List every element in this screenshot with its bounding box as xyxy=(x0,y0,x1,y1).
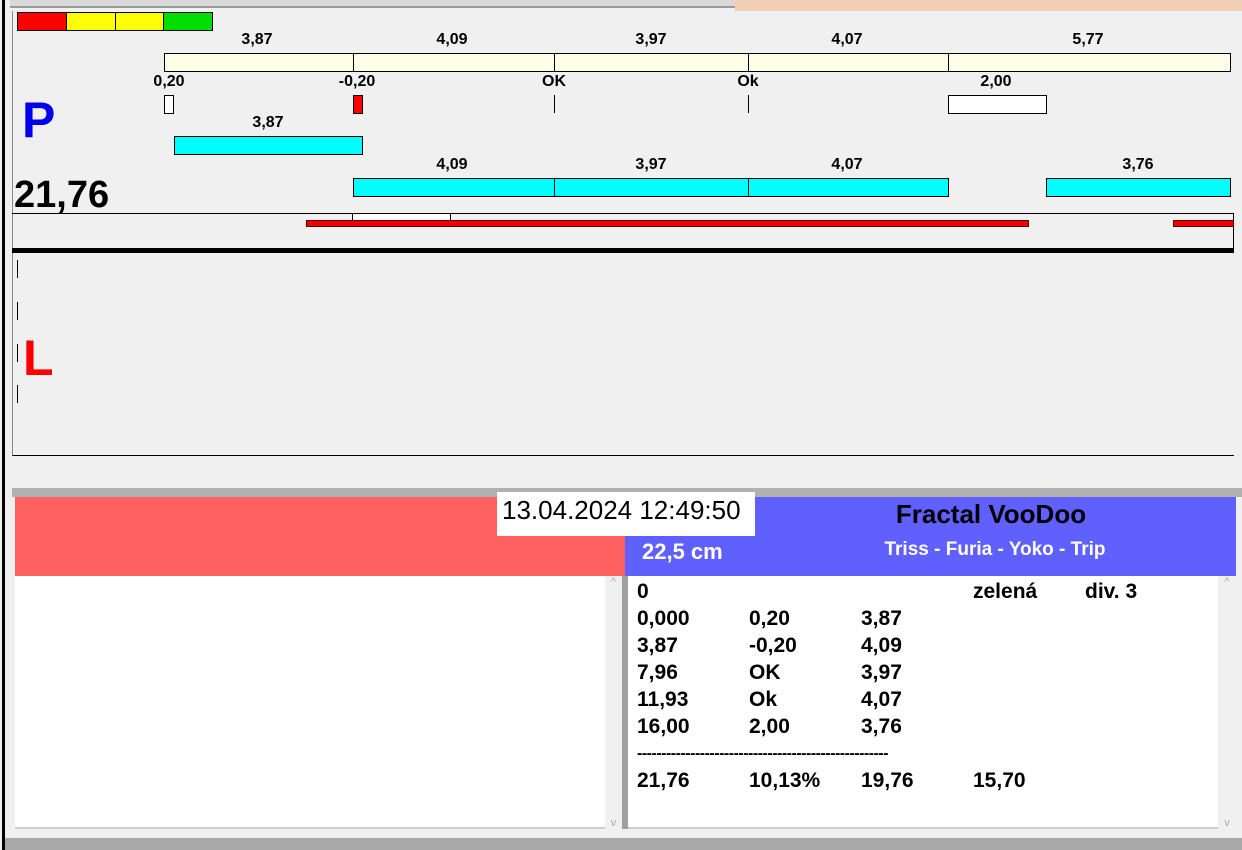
tick-label: 2,00 xyxy=(980,73,1012,90)
list-item[interactable]: 0,000 0,20 3,87 xyxy=(637,605,1218,632)
side-label-l: L xyxy=(23,330,54,386)
cell: 16,00 xyxy=(637,715,690,738)
scroll-down-icon[interactable]: v xyxy=(1218,817,1236,829)
tick-label: Ok xyxy=(737,73,759,90)
segment-label: 3,97 xyxy=(635,31,667,48)
cyan-label: 4,09 xyxy=(436,156,468,173)
cell: 3,87 xyxy=(637,634,678,657)
cyan-bar[interactable] xyxy=(174,136,363,155)
status-bar xyxy=(5,838,1242,850)
cell: 0,000 xyxy=(637,607,690,630)
cell: 21,76 xyxy=(637,769,690,792)
cyan-label: 3,76 xyxy=(1122,156,1154,173)
track-red-bar xyxy=(306,220,1029,227)
scroll-up-icon[interactable]: ^ xyxy=(605,576,622,588)
side-label-p: P xyxy=(22,92,56,148)
cell xyxy=(749,578,861,605)
cyan-label: 4,07 xyxy=(831,156,863,173)
list-item[interactable]: 16,00 2,00 3,76 xyxy=(637,713,1218,740)
tick-label: OK xyxy=(542,73,566,90)
track-red-bar xyxy=(1173,220,1234,227)
track-frame xyxy=(12,213,1234,249)
product-title: Fractal VooDoo xyxy=(895,499,1087,529)
segment-label: 4,07 xyxy=(831,31,863,48)
status-green xyxy=(164,13,212,30)
l-marker xyxy=(17,260,18,278)
segment-label: 3,87 xyxy=(241,31,273,48)
list-item[interactable]: 11,93 Ok 4,07 xyxy=(637,686,1218,713)
status-yellow xyxy=(115,13,165,30)
l-marker xyxy=(17,385,18,403)
tick-box-white xyxy=(948,95,1047,114)
cyan-label: 3,87 xyxy=(252,114,284,131)
segment-bar[interactable] xyxy=(948,53,1231,72)
l-marker xyxy=(17,302,18,320)
tick-mark xyxy=(748,95,749,113)
cyan-bar[interactable] xyxy=(748,178,949,197)
cell: zelená xyxy=(973,580,1038,603)
total-value: 21,76 xyxy=(14,174,110,216)
summary-row: 21,76 10,13% 19,76 15,70 xyxy=(637,767,1218,794)
tick-box-red xyxy=(353,95,363,114)
cell: -0,20 xyxy=(749,634,797,657)
cell: 7,96 xyxy=(637,661,678,684)
cell: OK xyxy=(749,661,781,684)
tick-mark xyxy=(554,95,555,113)
left-list-scrollbar[interactable]: ^ v xyxy=(605,576,622,829)
cell: Ok xyxy=(749,688,778,711)
cell: 0,20 xyxy=(749,607,790,630)
separator-line: ----------------------------------------… xyxy=(637,740,997,767)
cell: 10,13% xyxy=(749,769,821,792)
status-red xyxy=(18,13,67,30)
cyan-bar[interactable] xyxy=(1046,178,1231,197)
cyan-bar[interactable] xyxy=(554,178,749,197)
cyan-label: 3,97 xyxy=(635,156,667,173)
left-border xyxy=(2,0,5,850)
tick-box-white xyxy=(164,95,174,114)
segment-bar[interactable] xyxy=(164,53,354,72)
cell: div. 3 xyxy=(1085,580,1138,603)
status-color-strip xyxy=(17,12,213,31)
cell: 3,76 xyxy=(861,715,902,738)
segment-bar[interactable] xyxy=(748,53,949,72)
results-list-scrollbar[interactable]: ^ v xyxy=(1218,576,1236,829)
names-line: Triss - Furia - Yoko - Trip xyxy=(884,539,1106,560)
segment-label: 4,09 xyxy=(436,31,468,48)
results-header-row: 0 zelená div. 3 xyxy=(637,578,1218,605)
segment-label: 5,77 xyxy=(1072,31,1104,48)
scroll-down-icon[interactable]: v xyxy=(605,817,622,829)
cell: 3,87 xyxy=(861,607,902,630)
cell: 4,09 xyxy=(861,634,902,657)
segment-bar[interactable] xyxy=(353,53,555,72)
tick-label: 0,20 xyxy=(153,73,185,90)
list-item[interactable]: 3,87 -0,20 4,09 xyxy=(637,632,1218,659)
scroll-up-icon[interactable]: ^ xyxy=(1218,576,1236,588)
segment-bar[interactable] xyxy=(554,53,749,72)
chart-panel-l xyxy=(12,253,1234,456)
cell: 0 xyxy=(637,580,649,603)
list-item[interactable]: 7,96 OK 3,97 xyxy=(637,659,1218,686)
cell: 15,70 xyxy=(973,769,1026,792)
cell: 11,93 xyxy=(637,688,689,711)
left-list[interactable] xyxy=(15,576,605,829)
cell: 19,76 xyxy=(861,769,914,792)
results-list[interactable]: 0 zelená div. 3 0,000 0,20 3,87 3,87 -0,20 4… xyxy=(628,576,1218,829)
cell xyxy=(861,578,973,605)
tick-label: -0,20 xyxy=(338,73,376,90)
cyan-bar[interactable] xyxy=(353,178,555,197)
tab-strip[interactable] xyxy=(10,0,735,8)
status-yellow xyxy=(66,13,116,30)
top-accent-bar xyxy=(735,0,1242,11)
separator-text: ----------------------------------------… xyxy=(637,745,889,762)
length-value: 22,5 cm xyxy=(642,539,723,564)
cell: 2,00 xyxy=(749,715,790,738)
datetime-display: 13.04.2024 12:49:50 xyxy=(497,492,755,536)
l-marker xyxy=(17,344,18,362)
cell: 3,97 xyxy=(861,661,902,684)
cell: 4,07 xyxy=(861,688,902,711)
